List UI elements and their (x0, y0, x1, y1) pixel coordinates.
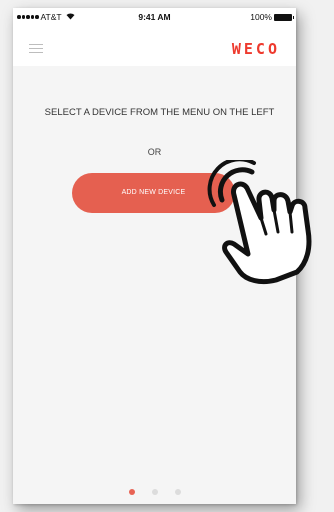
select-device-prompt: SELECT A DEVICE FROM THE MENU ON THE LEF… (44, 107, 275, 118)
battery-percent: 100% (250, 12, 272, 22)
status-bar: AT&T 9:41 AM 100% (13, 8, 296, 26)
page-dot-1[interactable] (128, 489, 135, 495)
page-dot-2[interactable] (151, 489, 158, 495)
battery-icon (274, 13, 294, 21)
page-indicator (13, 489, 296, 495)
logo-text: WECO (231, 40, 280, 58)
add-new-device-button[interactable]: ADD NEW DEVICE (72, 173, 235, 213)
weco-logo: WECO (232, 40, 280, 59)
phone-screen: AT&T 9:41 AM 100% WECO SELECT A DEVICE F… (13, 8, 296, 504)
or-label: OR (147, 147, 162, 157)
status-right: 100% (250, 12, 294, 22)
menu-icon[interactable] (29, 44, 43, 53)
page-dot-3[interactable] (174, 489, 181, 495)
app-header: WECO (13, 26, 296, 66)
